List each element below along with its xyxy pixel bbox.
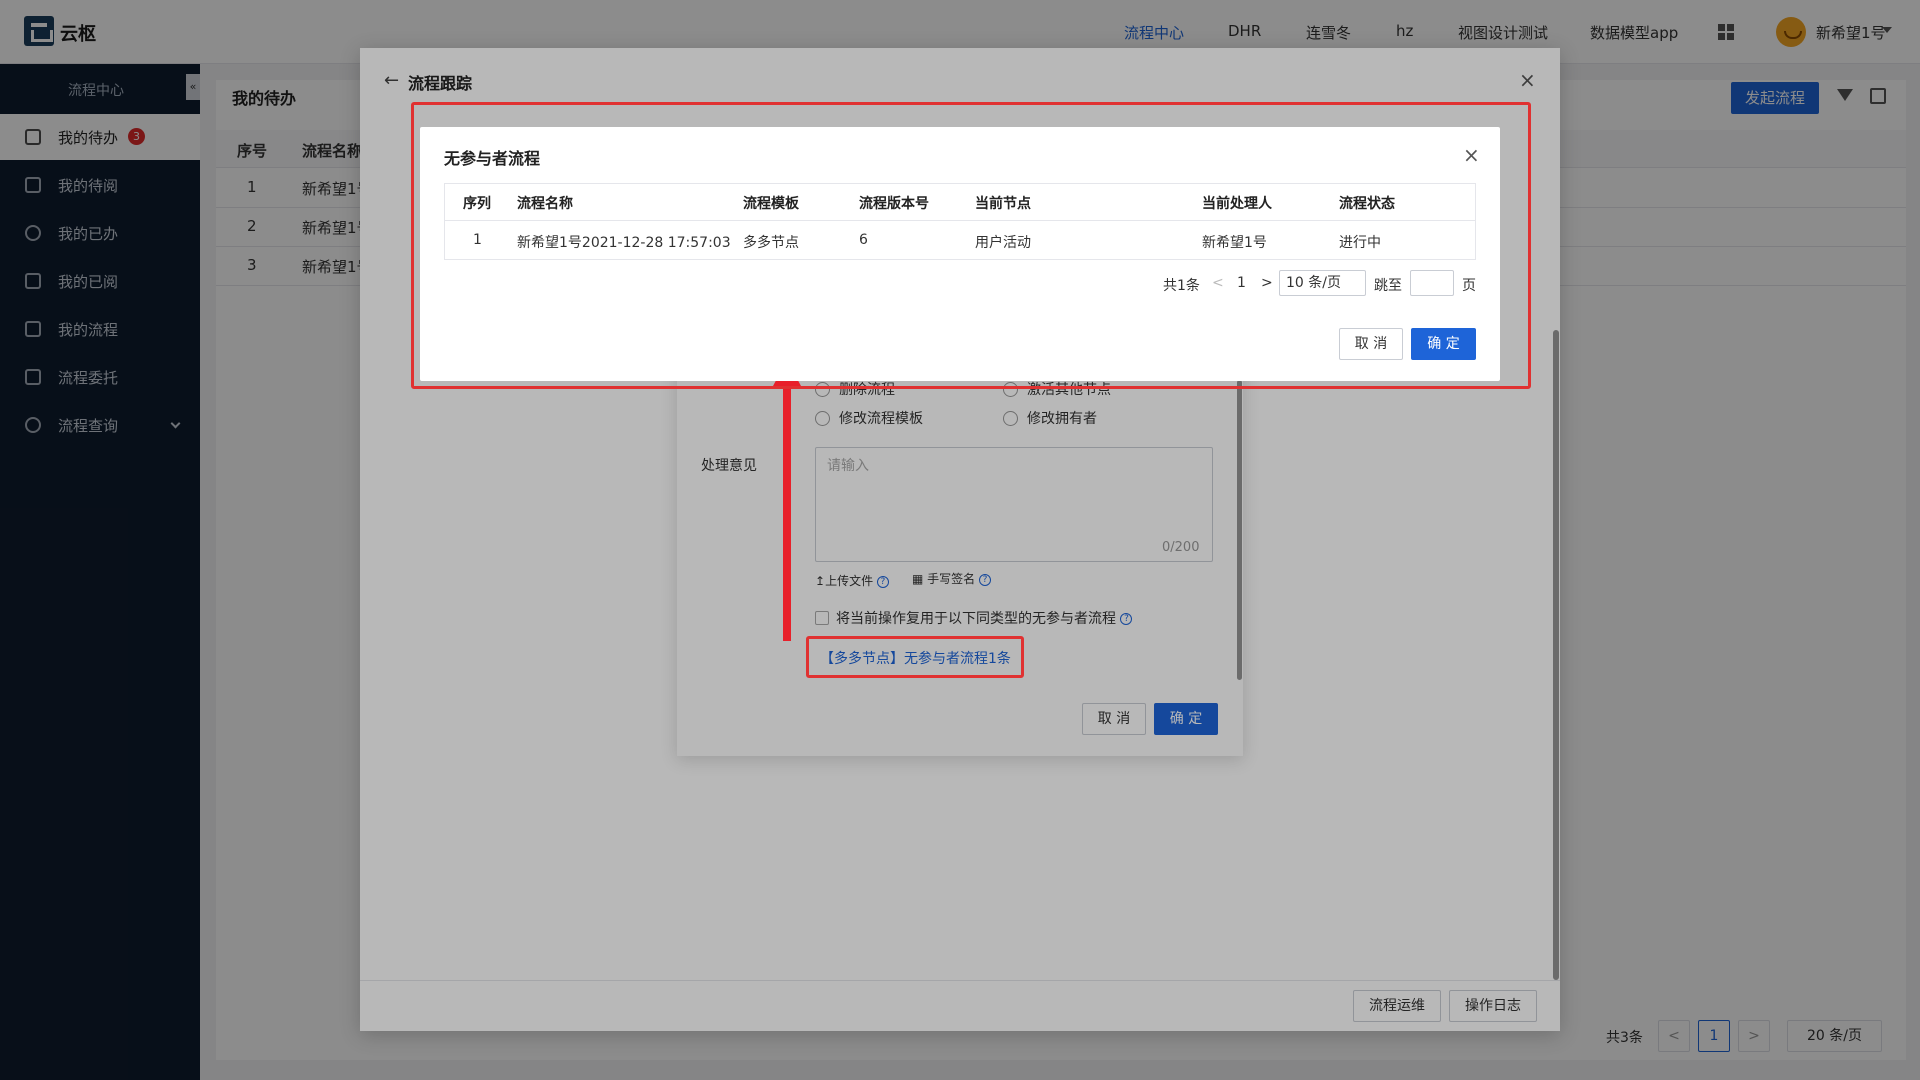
drawer-scrollbar[interactable] <box>1553 330 1559 980</box>
highlight-box-modal <box>411 102 1531 389</box>
annotation-arrow-shaft <box>783 382 791 641</box>
highlight-box-link <box>806 636 1024 678</box>
process-dialog-scrollbar[interactable] <box>1237 380 1242 680</box>
process-dialog-mask <box>677 360 1243 756</box>
